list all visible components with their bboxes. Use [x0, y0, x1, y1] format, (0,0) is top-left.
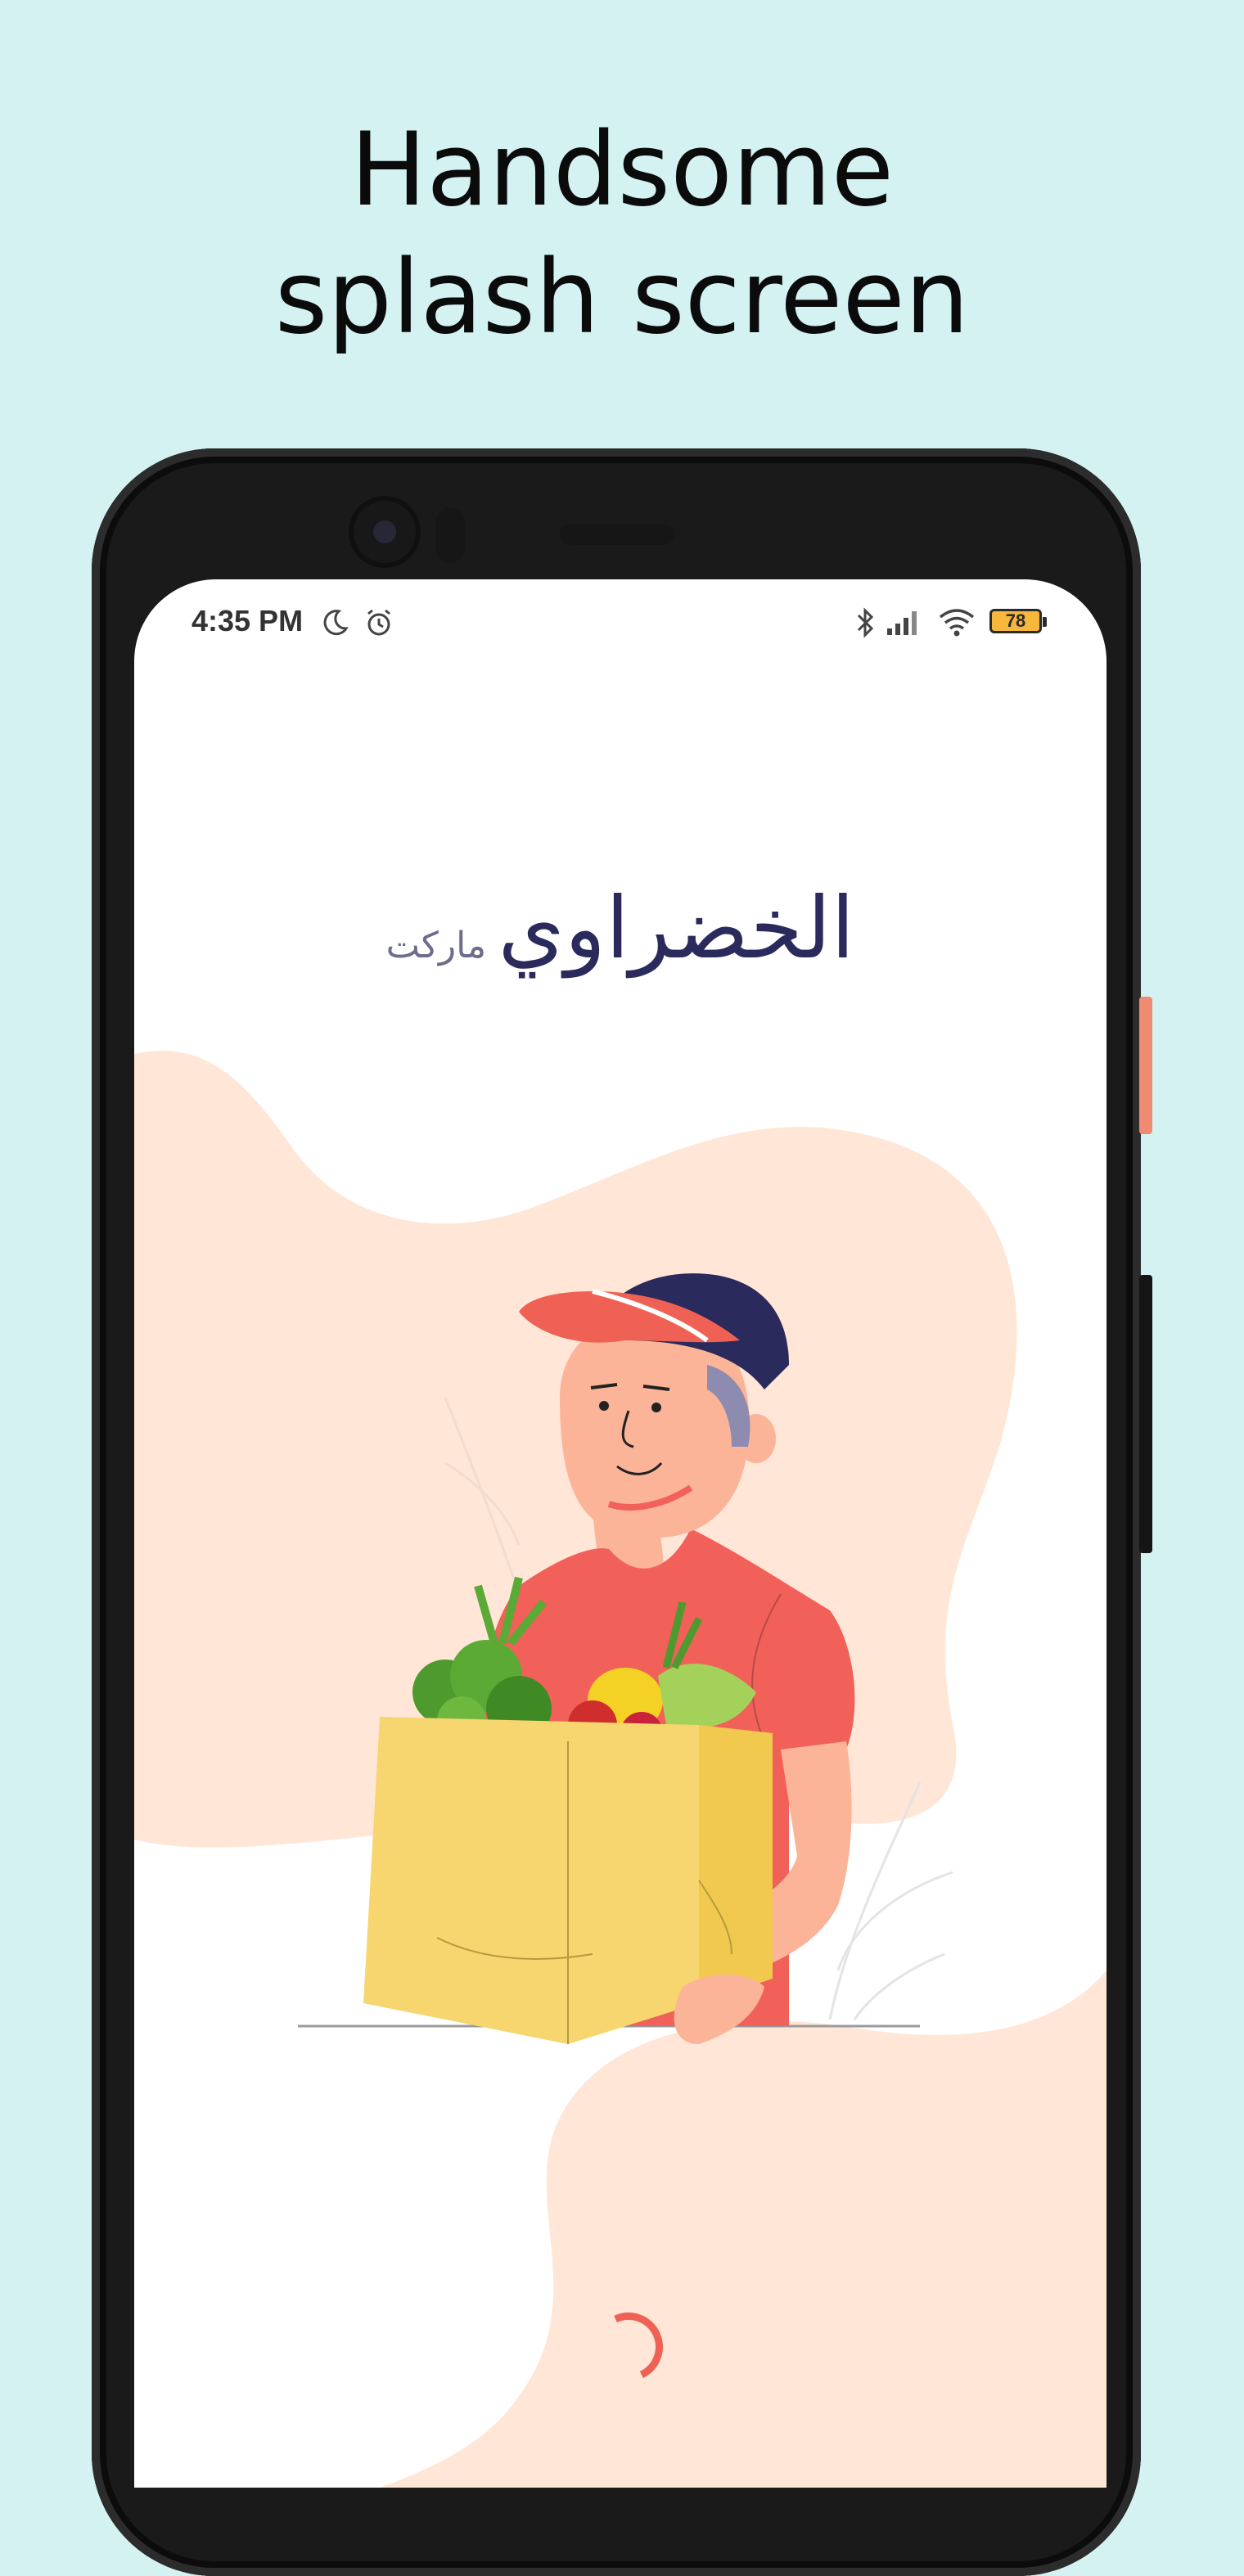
phone-screen: 4:35 PM 78 الخضراوي ماركت	[134, 579, 1107, 2488]
headline-line-1: Handsome	[349, 111, 895, 229]
power-button[interactable]	[1139, 997, 1152, 1134]
headline: Handsome splash screen	[0, 106, 1244, 362]
earpiece-speaker	[560, 524, 674, 545]
volume-button[interactable]	[1139, 1275, 1152, 1553]
proximity-sensor	[435, 507, 465, 563]
headline-line-2: splash screen	[274, 239, 970, 357]
front-camera-icon	[354, 501, 416, 563]
delivery-man-illustration	[298, 1273, 953, 2044]
